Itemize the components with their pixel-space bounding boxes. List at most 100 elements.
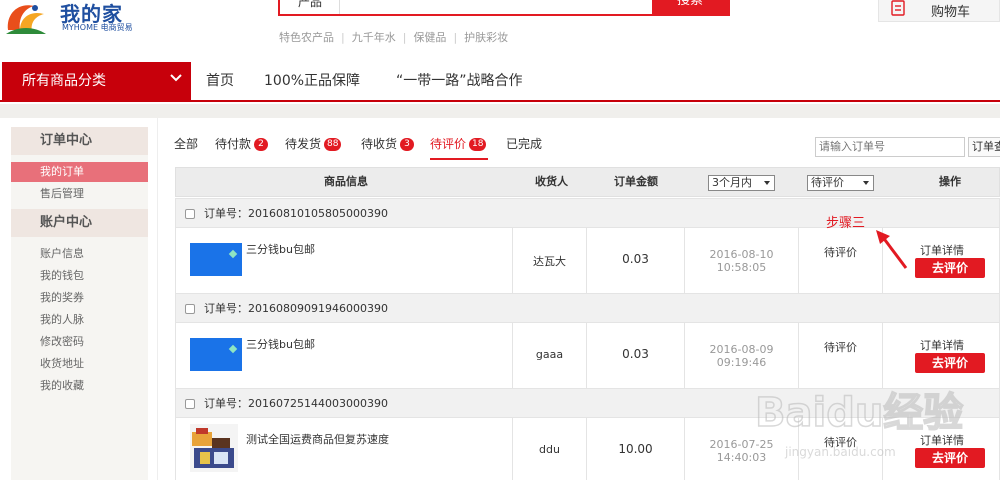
nav-guarantee[interactable]: 100%正品保障 <box>264 62 360 100</box>
order-checkbox[interactable] <box>185 209 195 219</box>
order-amount: 0.03 <box>622 252 649 266</box>
order-header: 订单号：20160809091946000390 <box>175 293 1000 323</box>
review-button[interactable]: 去评价 <box>915 353 985 373</box>
amount-cell: 10.00 <box>587 418 685 480</box>
receiver-name: gaaa <box>535 348 564 361</box>
caret-down-icon <box>863 181 869 185</box>
order-header: 订单号：20160810105805000390 <box>175 198 1000 228</box>
baidu-watermark-icon: Baidu经验 jingyan.baidu.com <box>754 389 964 459</box>
hotword-link[interactable]: 特色农产品 <box>279 29 334 45</box>
tab-pending-review[interactable]: 待评价 18 <box>430 135 487 152</box>
tab-label: 全部 <box>174 137 199 151</box>
site-logo[interactable]: 我的家 MYHOME 电商贸易 <box>4 0 154 36</box>
tab-completed[interactable]: 已完成 <box>506 135 542 152</box>
receiver-cell: ddu <box>513 418 587 480</box>
order-row: 订单号：20160809091946000390 三分钱bu包邮 gaaa 0.… <box>175 293 1000 389</box>
order-detail-link[interactable]: 订单详情 <box>883 337 1000 353</box>
tab-label: 待评价 <box>430 137 467 151</box>
order-checkbox[interactable] <box>185 304 195 314</box>
column-action: 操作 <box>939 175 961 188</box>
tab-label: 待付款 <box>215 137 252 151</box>
order-page: 我的家 MYHOME 电商贸易 产品 搜索 特色农产品 | 九千年水 | 保健品 | 护肤彩… <box>0 0 1000 480</box>
divider: | <box>453 31 458 44</box>
count-badge: 3 <box>400 138 415 151</box>
count-badge: 2 <box>254 138 269 151</box>
product-name[interactable]: 三分钱bu包邮 <box>246 336 315 352</box>
tab-label: 待收货 <box>361 137 398 151</box>
product-name[interactable]: 测试全国运费商品但复苏速度 <box>246 431 389 447</box>
status-filter-value: 待评价 <box>811 176 844 189</box>
receiver-name: ddu <box>539 443 560 456</box>
sidebar-item-account-info[interactable]: 账户信息 <box>11 244 148 264</box>
order-time: 10:58:05 <box>716 261 767 274</box>
order-amount: 0.03 <box>622 347 649 361</box>
annotation-arrow-icon <box>876 230 908 269</box>
tab-pending-receipt[interactable]: 待收货 3 <box>361 135 415 152</box>
product-thumbnail[interactable] <box>190 338 242 371</box>
sidebar-item-address[interactable]: 收货地址 <box>11 354 148 374</box>
order-number: 订单号：20160809091946000390 <box>204 302 388 315</box>
amount-cell: 0.03 <box>587 323 685 388</box>
product-thumbnail[interactable] <box>190 243 242 276</box>
active-tab-underline <box>430 158 488 160</box>
tab-label: 已完成 <box>506 137 543 151</box>
review-button[interactable]: 去评价 <box>915 258 985 278</box>
product-photo-icon <box>192 428 234 468</box>
receiver-name: 达瓦大 <box>533 255 566 268</box>
sidebar-item-change-password[interactable]: 修改密码 <box>11 332 148 352</box>
nav-belt-road[interactable]: “一带一路”战略合作 <box>396 62 523 100</box>
order-number: 订单号：20160810105805000390 <box>204 207 388 220</box>
hotword-link[interactable]: 保健品 <box>413 29 446 45</box>
sidebar: 订单中心 我的订单 售后管理 账户中心 账户信息 我的钱包 我的奖券 我的人脉 … <box>0 118 158 480</box>
tab-pending-shipment[interactable]: 待发货 88 <box>285 135 342 152</box>
product-name[interactable]: 三分钱bu包邮 <box>246 241 315 257</box>
order-date: 2016-08-09 <box>709 343 774 356</box>
column-product: 商品信息 <box>324 175 368 188</box>
order-checkbox[interactable] <box>185 399 195 409</box>
sidebar-item-after-sales[interactable]: 售后管理 <box>11 184 148 204</box>
tab-pending-payment[interactable]: 待付款 2 <box>215 135 269 152</box>
search-bar: 产品 搜索 <box>278 0 730 16</box>
step-annotation: 步骤三 <box>826 216 866 231</box>
order-date: 2016-08-10 <box>709 248 774 261</box>
status-filter-select[interactable]: 待评价 <box>807 175 874 191</box>
nav-home[interactable]: 首页 <box>206 62 234 100</box>
order-number: 订单号：20160725144003000390 <box>204 397 388 410</box>
sidebar-item-coupons[interactable]: 我的奖券 <box>11 288 148 308</box>
search-button[interactable]: 搜索 <box>652 0 728 14</box>
product-thumbnail[interactable] <box>190 424 238 472</box>
sidebar-item-contacts[interactable]: 我的人脉 <box>11 310 148 330</box>
product-cell: 三分钱bu包邮 <box>176 228 513 293</box>
tab-all[interactable]: 全部 <box>174 135 198 152</box>
hotword-link[interactable]: 九千年水 <box>352 29 396 45</box>
main-nav: 所有商品分类 首页 100%正品保障 “一带一路”战略合作 <box>0 62 1000 102</box>
orders-table-header: 商品信息 收货人 订单金额 3个月内 待评价 操作 <box>175 167 1000 197</box>
sidebar-card: 订单中心 我的订单 售后管理 账户中心 账户信息 我的钱包 我的奖券 我的人脉 … <box>11 127 148 480</box>
sidebar-item-my-orders[interactable]: 我的订单 <box>11 162 148 182</box>
order-status: 待评价 <box>824 246 857 259</box>
status-cell: 待评价 <box>799 228 883 293</box>
count-badge: 88 <box>324 138 342 151</box>
tab-label: 待发货 <box>285 137 322 151</box>
watermark-url: jingyan.baidu.com <box>784 445 896 459</box>
product-cell: 测试全国运费商品但复苏速度 <box>176 418 513 480</box>
order-number-input[interactable] <box>815 137 965 157</box>
column-receiver: 收货人 <box>535 175 568 188</box>
hotword-link[interactable]: 护肤彩妆 <box>464 29 508 45</box>
sidebar-heading-account: 账户中心 <box>11 209 148 237</box>
all-categories-label: 所有商品分类 <box>22 73 106 89</box>
caret-down-icon <box>764 181 770 185</box>
cart-label: 购物车 <box>931 5 971 20</box>
order-search-button[interactable]: 订单查 <box>968 137 1000 157</box>
all-categories-button[interactable]: 所有商品分类 <box>2 62 191 100</box>
order-amount: 10.00 <box>618 442 653 456</box>
cart-button[interactable]: 购物车 <box>878 0 1000 22</box>
time-range-value: 3个月内 <box>712 176 752 189</box>
sidebar-item-wallet[interactable]: 我的钱包 <box>11 266 148 286</box>
search-category-select[interactable]: 产品 <box>284 0 340 14</box>
hot-keywords: 特色农产品 | 九千年水 | 保健品 | 护肤彩妆 <box>279 29 508 45</box>
header-divider-band <box>0 104 1000 118</box>
search-input[interactable] <box>342 0 652 14</box>
time-range-select[interactable]: 3个月内 <box>708 175 775 191</box>
sidebar-item-favorites[interactable]: 我的收藏 <box>11 376 148 396</box>
